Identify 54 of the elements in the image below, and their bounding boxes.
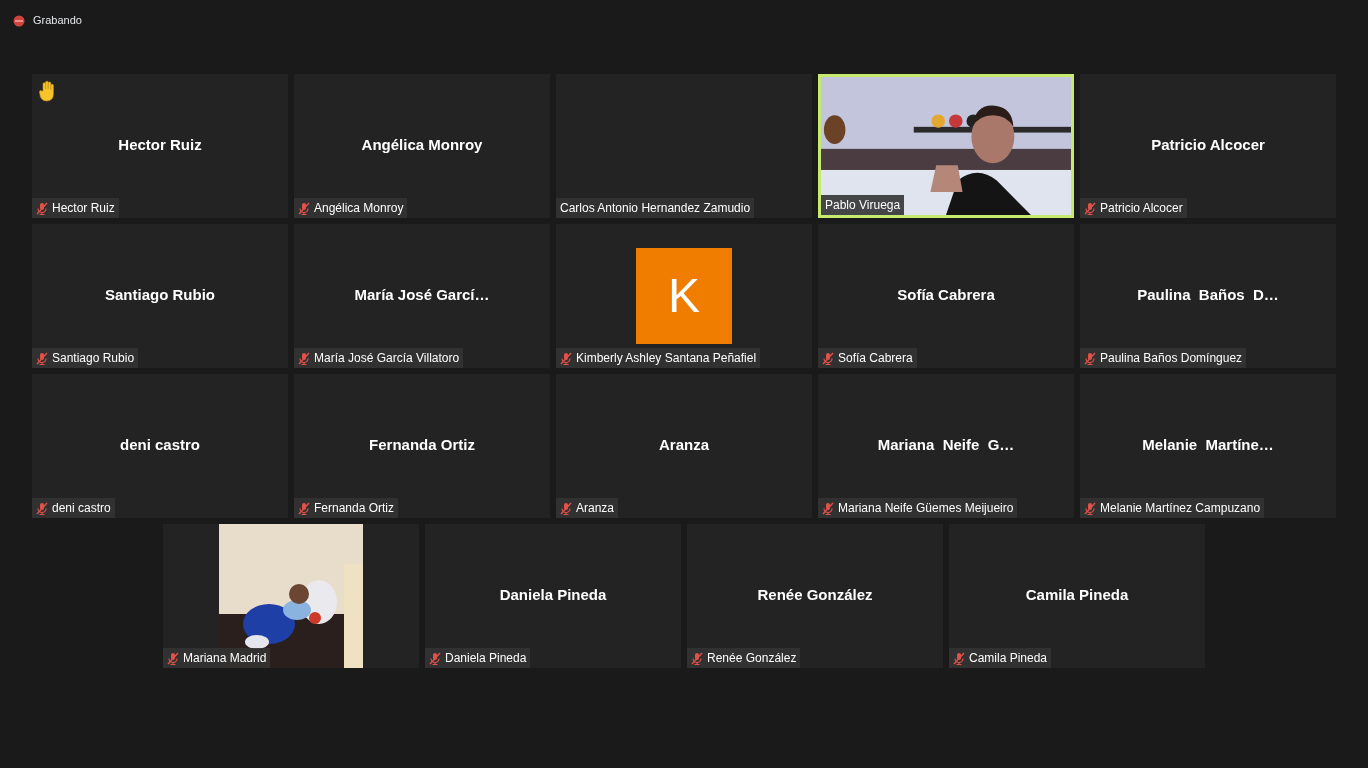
participant-label: Hector Ruiz [52,200,115,217]
muted-microphone-icon [560,351,572,365]
muted-microphone-icon [822,351,834,365]
participant-label: Carlos Antonio Hernandez Zamudio [560,200,751,217]
muted-microphone-icon [953,651,965,665]
recording-icon [13,14,25,27]
participant-name: Daniela Pineda [499,584,607,605]
participant-name: Mariana Neife G… [877,434,1015,455]
muted-microphone-icon [1084,201,1096,215]
participant-name: Paulina Baños D… [1137,284,1279,305]
participant-label: Renée González [707,650,797,667]
muted-microphone-icon [691,651,703,665]
participant-label: Santiago Rubio [52,350,135,367]
participant-name: Hector Ruiz [118,134,202,155]
participant-name: Melanie Martíne… [1142,434,1274,455]
participant-label: Mariana Neife Güemes Meijueiro [838,500,1014,517]
participant-name: Patricio Alcocer [1151,134,1265,155]
muted-microphone-icon [560,501,572,515]
participant-label: Patricio Alcocer [1100,200,1183,217]
recording-status: Grabando [33,13,82,29]
participant-name: Sofía Cabrera [897,284,995,305]
participant-label: Angélica Monroy [314,200,404,217]
participant-label: Fernanda Ortiz [314,500,395,517]
muted-microphone-icon [36,501,48,515]
participant-label: Melanie Martínez Campuzano [1100,500,1261,517]
muted-microphone-icon [36,351,48,365]
participant-label: Paulina Baños Domínguez [1100,350,1243,367]
muted-microphone-icon [298,501,310,515]
participant-label: Mariana Madrid [183,650,267,667]
muted-microphone-icon [167,651,179,665]
participant-label: Pablo Viruega [825,197,901,214]
muted-microphone-icon [1084,501,1096,515]
muted-microphone-icon [822,501,834,515]
participant-name: Fernanda Ortiz [369,434,475,455]
participant-label: María José García Villatoro [314,350,460,367]
muted-microphone-icon [298,201,310,215]
muted-microphone-icon [298,351,310,365]
muted-microphone-icon [1084,351,1096,365]
participant-label: Aranza [576,500,615,517]
participant-label: Kimberly Ashley Santana Peñafiel [576,350,757,367]
participant-name: Renée González [757,584,873,605]
muted-microphone-icon [429,651,441,665]
participant-label: deni castro [52,500,111,517]
participant-name: Camila Pineda [1025,584,1129,605]
participant-label: Sofía Cabrera [838,350,913,367]
participant-name: Aranza [659,434,709,455]
participant-name: Angélica Monroy [361,134,483,155]
avatar: K [636,248,732,344]
participant-label: Daniela Pineda [445,650,527,667]
participant-name: deni castro [120,434,200,455]
participant-label: Camila Pineda [969,650,1048,667]
muted-microphone-icon [36,201,48,215]
participant-name: María José Garcí… [354,284,490,305]
participant-name: Santiago Rubio [105,284,215,305]
